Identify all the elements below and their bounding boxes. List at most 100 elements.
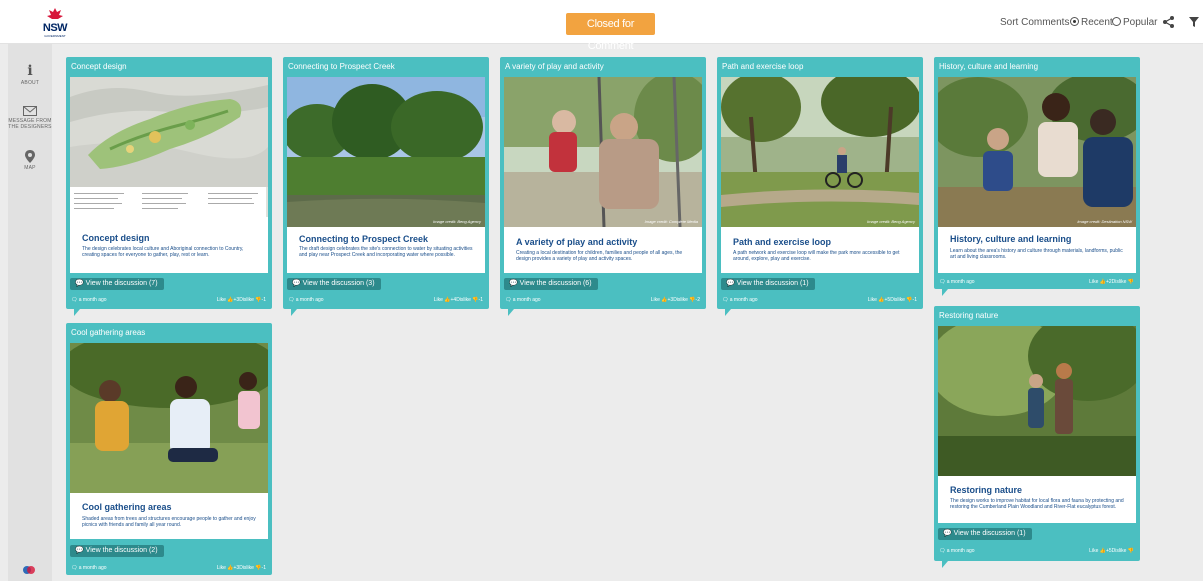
accessibility-icon[interactable] [22, 565, 36, 575]
card-tail [508, 309, 520, 316]
card-tail [74, 309, 86, 316]
card-title: Path and exercise loop [733, 237, 832, 247]
card-timestamp: 🗨 a month ago [71, 565, 107, 571]
card-header: Concept design [71, 62, 127, 71]
radio-selected-icon [1070, 17, 1079, 26]
image-credit: Image credit: Destination NSW [1077, 219, 1132, 224]
card-content[interactable]: Cool gathering areas Shaded areas from t… [70, 343, 268, 539]
card-path-exercise-loop: Path and exercise loop Image credit: Ben… [717, 57, 923, 316]
card-content[interactable]: Image credit: Destination NSW History, c… [938, 77, 1136, 273]
concept-plan-image [70, 77, 268, 217]
card-timestamp: 🗨 a month ago [939, 548, 975, 554]
card-description: The design works to improve habitat for … [950, 498, 1124, 510]
card-timestamp: 🗨 a month ago [722, 297, 758, 303]
picnic-photo [70, 343, 268, 493]
card-title: Cool gathering areas [82, 502, 172, 512]
forest-walk-photo [938, 326, 1136, 476]
card-tail [942, 289, 954, 296]
card-restoring-nature: Restoring nature Restoring nature The de… [934, 306, 1140, 568]
card-title: Connecting to Prospect Creek [299, 234, 429, 244]
view-discussion-label: View the discussion (6) [519, 280, 592, 287]
like-dislike-controls[interactable]: Like 👍+3Dislike 👎-1 [217, 565, 266, 571]
sidebar: i ABOUT MESSAGE FROM THE DESIGNERS MAP [8, 44, 52, 581]
view-discussion-label: View the discussion (3) [302, 280, 375, 287]
card-content[interactable]: Image credit: Complete Media A variety o… [504, 77, 702, 273]
card-header: Cool gathering areas [71, 328, 146, 337]
card-cool-gathering-areas: Cool gathering areas Cool gathering area… [66, 323, 272, 575]
waratah-icon [47, 8, 63, 19]
sidebar-item-label: ABOUT [20, 80, 40, 86]
card-history-culture-learning: History, culture and learning Image cred… [934, 57, 1140, 296]
card-concept-design: Concept design Concept design The design… [66, 57, 272, 316]
timestamp-text: a month ago [78, 565, 107, 571]
like-dislike-controls[interactable]: Like 👍+4Dislike 👎-1 [434, 297, 483, 303]
timestamp-text: a month ago [946, 548, 975, 554]
card-content[interactable]: Concept design The design celebrates loc… [70, 77, 268, 273]
radio-unselected-icon [1112, 17, 1121, 26]
view-discussion-button[interactable]: 💬 View the discussion (6) [504, 278, 598, 290]
image-credit: Image credit: Complete Media [644, 219, 698, 224]
card-title: Restoring nature [950, 485, 1023, 495]
sort-popular-radio[interactable]: Popular [1112, 16, 1157, 30]
like-dislike-controls[interactable]: Like 👍+3Dislike 👎-1 [217, 297, 266, 303]
nsw-government-logo[interactable]: NSW GOVERNMENT [40, 7, 70, 39]
like-dislike-controls[interactable]: Like 👍+5Dislike 👎 [1089, 548, 1134, 554]
card-title: A variety of play and activity [516, 237, 638, 247]
logo-subtext: GOVERNMENT [44, 34, 66, 38]
top-bar: NSW GOVERNMENT Closed for Comment Sort C… [0, 0, 1203, 52]
card-title: History, culture and learning [950, 234, 1072, 244]
share-icon[interactable] [1163, 16, 1174, 28]
card-description: The design celebrates local culture and … [82, 246, 244, 258]
filter-icon[interactable] [1189, 17, 1199, 27]
timestamp-text: a month ago [295, 297, 324, 303]
card-description: Learn about the area's history and cultu… [950, 248, 1123, 260]
card-tail [942, 561, 954, 568]
cyclist-photo: Image credit: Beng Agency [721, 77, 919, 227]
timestamp-text: a month ago [78, 297, 107, 303]
card-content[interactable]: Restoring nature The design works to imp… [938, 326, 1136, 523]
view-discussion-label: View the discussion (7) [85, 280, 158, 287]
card-tail [725, 309, 737, 316]
card-header: Restoring nature [939, 311, 999, 320]
view-discussion-button[interactable]: 💬 View the discussion (7) [70, 278, 164, 290]
sidebar-item-label: MESSAGE FROM THE DESIGNERS [8, 118, 52, 130]
card-content[interactable]: Image credit: Beng Agency Connecting to … [287, 77, 485, 273]
card-description: The draft design celebrates the site's c… [299, 246, 473, 258]
card-timestamp: 🗨 a month ago [288, 297, 324, 303]
card-header: Connecting to Prospect Creek [288, 62, 395, 71]
view-discussion-button[interactable]: 💬 View the discussion (1) [721, 278, 815, 290]
sidebar-item-message[interactable]: MESSAGE FROM THE DESIGNERS [8, 106, 52, 130]
image-credit: Image credit: Beng Agency [433, 219, 481, 224]
family-learning-photo: Image credit: Destination NSW [938, 77, 1136, 227]
view-discussion-label: View the discussion (1) [953, 530, 1026, 537]
sidebar-item-map[interactable]: MAP [8, 150, 52, 171]
plan-legend [70, 187, 266, 217]
card-tail [291, 309, 303, 316]
card-header: Path and exercise loop [722, 62, 804, 71]
card-header: A variety of play and activity [505, 62, 604, 71]
swing-photo: Image credit: Complete Media [504, 77, 702, 227]
card-description: A path network and exercise loop will ma… [733, 250, 900, 262]
sort-comments-label: Sort Comments [1000, 17, 1070, 28]
view-discussion-button[interactable]: 💬 View the discussion (1) [938, 528, 1032, 540]
card-content[interactable]: Image credit: Beng Agency Path and exerc… [721, 77, 919, 273]
like-dislike-controls[interactable]: Like 👍+5Dislike 👎-1 [868, 297, 917, 303]
map-pin-icon [25, 150, 35, 163]
view-discussion-button[interactable]: 💬 View the discussion (3) [287, 278, 381, 290]
sort-recent-radio[interactable]: Recent [1070, 16, 1113, 30]
logo-text: NSW [42, 22, 68, 34]
sidebar-item-label: MAP [24, 165, 36, 171]
envelope-icon [23, 106, 37, 116]
info-icon: i [27, 63, 33, 79]
card-description: Creating a local destination for childre… [516, 250, 683, 262]
card-header: History, culture and learning [939, 62, 1039, 71]
like-dislike-controls[interactable]: Like 👍+3Dislike 👎-2 [651, 297, 700, 303]
sort-recent-label: Recent [1081, 17, 1113, 28]
timestamp-text: a month ago [512, 297, 541, 303]
like-dislike-controls[interactable]: Like 👍+2Dislike 👎 [1089, 279, 1134, 285]
sidebar-item-about[interactable]: i ABOUT [8, 64, 52, 86]
view-discussion-button[interactable]: 💬 View the discussion (2) [70, 545, 164, 557]
card-variety-play-activity: A variety of play and activity Image cre… [500, 57, 706, 316]
card-connecting-prospect-creek: Connecting to Prospect Creek Image credi… [283, 57, 489, 316]
card-description: Shaded areas from trees and structures e… [82, 516, 256, 528]
